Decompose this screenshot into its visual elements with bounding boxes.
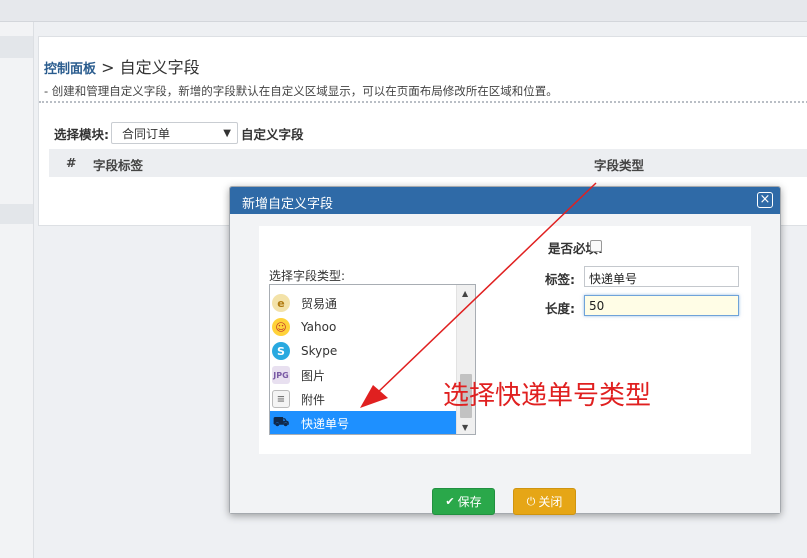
save-button-label: 保存 bbox=[457, 495, 482, 509]
tag-label: 标签: bbox=[545, 272, 575, 287]
list-item-label: 贸易通 bbox=[301, 296, 338, 311]
truck-icon: ⛟ bbox=[272, 414, 290, 430]
required-checkbox[interactable] bbox=[590, 240, 602, 252]
module-select-value: 合同订单 bbox=[122, 126, 171, 141]
column-header-index: # bbox=[66, 155, 77, 170]
check-icon: ✔ bbox=[445, 495, 455, 508]
list-item[interactable]: S Skype bbox=[270, 339, 456, 363]
module-select-label: 选择模块: bbox=[54, 126, 109, 142]
module-select[interactable]: 合同订单 ▼ bbox=[111, 122, 238, 144]
page-title: 自定义字段 bbox=[119, 58, 200, 77]
scroll-up-icon[interactable]: ▲ bbox=[462, 289, 468, 298]
breadcrumb-separator: > bbox=[101, 58, 115, 77]
close-button-label: 关闭 bbox=[538, 495, 563, 509]
list-item[interactable]: JPG 图片 bbox=[270, 363, 456, 387]
table-header: # 字段标签 字段类型 bbox=[49, 149, 807, 177]
list-item-label: 附件 bbox=[301, 392, 326, 407]
left-sidebar bbox=[0, 22, 34, 558]
page-description: - 创建和管理自定义字段，新增的字段默认在自定义区域显示，可以在页面布局修改所在… bbox=[44, 84, 558, 98]
attachment-icon: ≡ bbox=[272, 390, 290, 408]
close-icon[interactable]: × bbox=[757, 192, 773, 208]
list-item[interactable]: ☺ Yahoo bbox=[270, 315, 456, 339]
field-type-list[interactable]: e 贸易通 ☺ Yahoo S Skype JPG 图片 ≡ 附件 ⛟ 快递单号… bbox=[269, 284, 476, 435]
sidebar-item[interactable] bbox=[0, 36, 33, 58]
add-custom-field-dialog: 新增自定义字段 × 选择字段类型: e 贸易通 ☺ Yahoo S Skype … bbox=[229, 186, 781, 515]
tag-input[interactable]: 快递单号 bbox=[584, 266, 739, 287]
save-button[interactable]: ✔ 保存 bbox=[432, 488, 495, 515]
field-type-label: 选择字段类型: bbox=[269, 269, 346, 283]
dialog-form: 选择字段类型: e 贸易通 ☺ Yahoo S Skype JPG 图片 ≡ 附… bbox=[259, 226, 751, 454]
trademanager-icon: e bbox=[272, 294, 290, 312]
column-header-label: 字段标签 bbox=[93, 158, 144, 173]
length-input[interactable]: 50 bbox=[584, 295, 739, 316]
top-bar bbox=[0, 0, 807, 22]
yahoo-icon: ☺ bbox=[272, 318, 290, 336]
list-item[interactable]: e 贸易通 bbox=[270, 291, 456, 315]
module-selector: 选择模块: 合同订单 ▼ 自定义字段 bbox=[54, 122, 304, 144]
dialog-title: 新增自定义字段 bbox=[242, 197, 334, 212]
dialog-body: 选择字段类型: e 贸易通 ☺ Yahoo S Skype JPG 图片 ≡ 附… bbox=[230, 214, 780, 515]
power-icon: ⏻ bbox=[526, 494, 536, 508]
sidebar-item[interactable] bbox=[0, 204, 33, 224]
column-header-type: 字段类型 bbox=[594, 158, 645, 173]
list-item-label: Yahoo bbox=[301, 320, 337, 334]
dotted-divider bbox=[39, 101, 807, 103]
chevron-down-icon: ▼ bbox=[223, 127, 231, 139]
list-item-label: 图片 bbox=[301, 368, 326, 383]
list-item-label: Skype bbox=[301, 344, 338, 358]
list-item-label: 快递单号 bbox=[301, 416, 350, 431]
annotation-text: 选择快递单号类型 bbox=[443, 381, 652, 411]
image-icon: JPG bbox=[272, 366, 290, 384]
list-item[interactable]: ⛟ 快递单号 bbox=[270, 411, 456, 434]
breadcrumb: 控制面板 > 自定义字段 bbox=[44, 54, 200, 78]
list-item[interactable]: ≡ 附件 bbox=[270, 387, 456, 411]
dialog-header: 新增自定义字段 bbox=[230, 187, 780, 214]
module-select-suffix: 自定义字段 bbox=[241, 126, 304, 142]
scroll-down-icon[interactable]: ▼ bbox=[462, 423, 468, 432]
breadcrumb-root-link[interactable]: 控制面板 bbox=[44, 62, 96, 77]
length-label: 长度: bbox=[545, 301, 575, 316]
close-button[interactable]: ⏻ 关闭 bbox=[513, 488, 576, 515]
skype-icon: S bbox=[272, 342, 290, 360]
